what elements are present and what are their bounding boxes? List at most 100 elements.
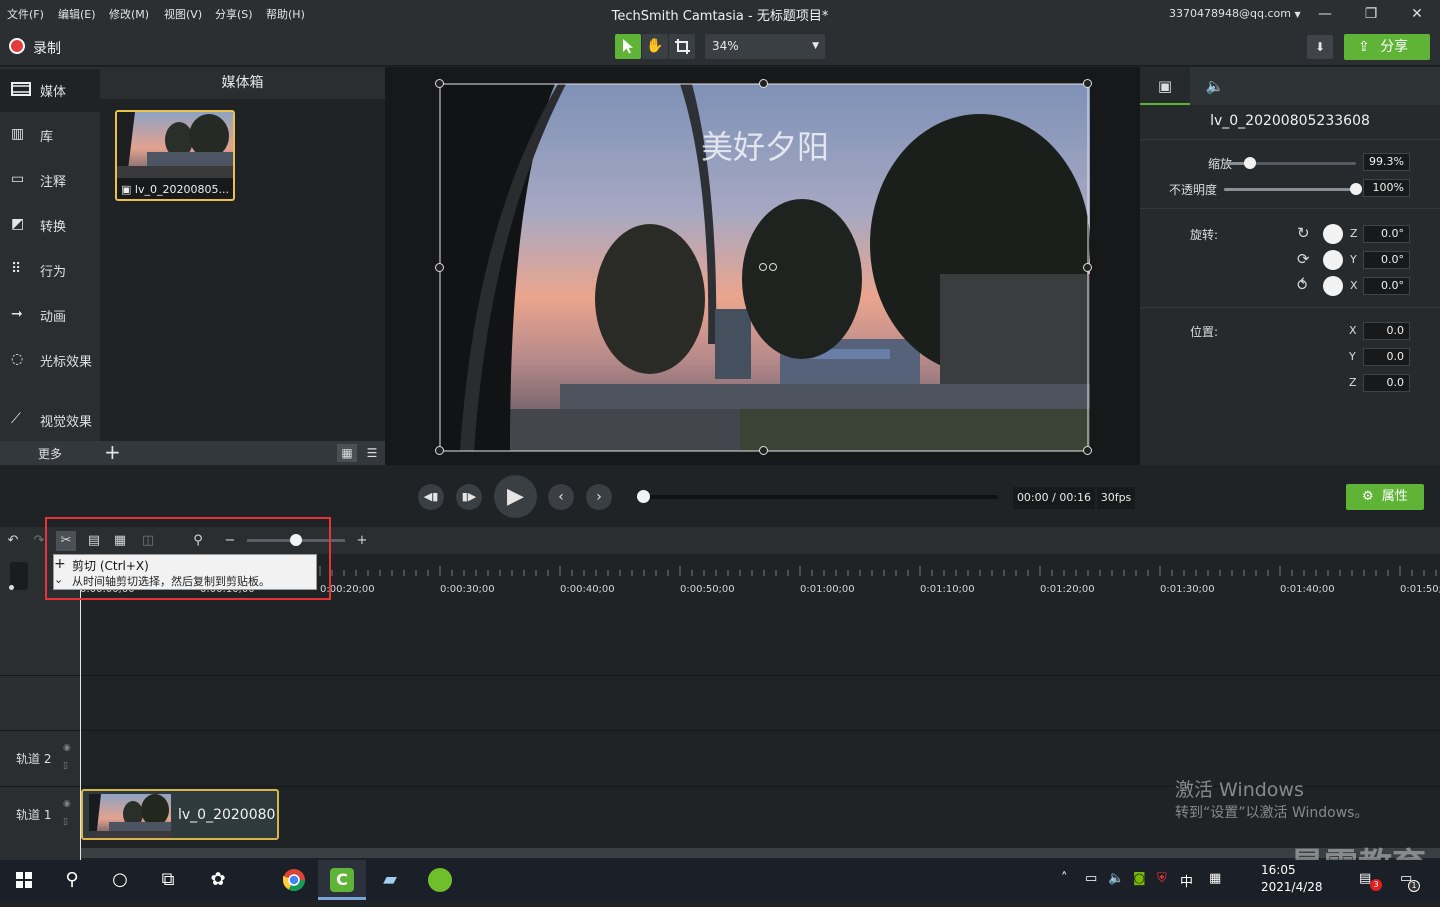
security-shield-icon[interactable]: ⛨ [1157, 871, 1167, 886]
volume-icon[interactable]: 🔈 [1108, 871, 1124, 886]
opacity-slider-fill [1224, 188, 1356, 191]
eye-icon[interactable]: ◉ [63, 743, 71, 753]
pointer-icon [623, 39, 633, 54]
lock-icon[interactable]: ▯ [63, 817, 68, 827]
sidebar-item-transitions[interactable]: ◩ 转换 [0, 204, 100, 244]
search-icon: ⚲ [65, 869, 79, 890]
resize-handle[interactable] [435, 263, 444, 272]
media-item[interactable]: ▣ lv_0_20200805... [115, 110, 235, 201]
add-icon[interactable]: + [104, 441, 121, 463]
notepad-icon: ▰ [383, 869, 397, 890]
clock-date[interactable]: 2021/4/28 [1261, 880, 1323, 894]
resize-handle[interactable] [1083, 79, 1092, 88]
resize-handle[interactable] [435, 446, 444, 455]
notification-badge: 3 [1370, 879, 1382, 891]
track-row-empty[interactable] [0, 675, 1440, 730]
chevron-right-icon: › [596, 489, 602, 505]
pan-tool-button[interactable]: ✋ [642, 34, 668, 59]
track-row-empty[interactable] [0, 596, 1440, 651]
properties-button[interactable]: ⚙ 属性 [1346, 484, 1424, 510]
list-icon: ☰ [366, 446, 378, 460]
scale-slider[interactable] [1224, 157, 1356, 169]
ime-indicator[interactable]: 中 [1180, 871, 1193, 890]
search-button[interactable]: ⚲ [48, 860, 96, 900]
tab-audio[interactable]: 🔈 [1190, 67, 1240, 105]
grid-view-button[interactable]: ▦ [337, 444, 357, 462]
timeline-clip[interactable]: lv_0_2020080 [81, 789, 279, 840]
start-button[interactable] [0, 860, 48, 900]
download-button[interactable]: ⬇ [1307, 35, 1333, 59]
position-z-field[interactable]: 0.0 [1363, 374, 1410, 392]
chevron-up-icon[interactable]: ˄ [1061, 871, 1068, 886]
step-forward-button[interactable]: ▮▶ [456, 484, 482, 510]
nvidia-icon[interactable]: ◙ [1133, 871, 1146, 886]
rotation-center-handle[interactable] [759, 263, 767, 271]
rotation-z-field[interactable]: 0.0° [1363, 225, 1410, 243]
ruler-label: 0:00:50;00 [680, 584, 735, 595]
select-tool-button[interactable] [615, 34, 641, 59]
opacity-slider-knob[interactable] [1350, 183, 1362, 195]
previous-button[interactable]: ‹ [548, 484, 574, 510]
sidebar-item-animations[interactable]: ➞ 动画 [0, 294, 100, 334]
opacity-slider[interactable] [1224, 183, 1362, 195]
scale-field[interactable]: 99.3% [1363, 153, 1410, 171]
rotation-center-handle[interactable] [769, 263, 777, 271]
position-axis-label: X [1349, 324, 1357, 337]
sidebar-item-annotations[interactable]: ▭ 注释 [0, 159, 100, 199]
resize-handle[interactable] [759, 79, 768, 88]
clock-time[interactable]: 16:05 [1261, 863, 1296, 877]
zoom-dropdown[interactable]: 34% ▼ [705, 34, 825, 59]
minimize-button[interactable]: — [1310, 4, 1340, 24]
sidebar-item-visual-effects[interactable]: ⟋ 视觉效果 [0, 399, 100, 439]
opacity-field[interactable]: 100% [1363, 179, 1410, 197]
sidebar-item-behaviors[interactable]: ⠿ 行为 [0, 249, 100, 289]
scale-slider-knob[interactable] [1244, 157, 1257, 169]
sidebar-item-media[interactable]: 媒体 [0, 69, 100, 112]
position-x-field[interactable]: 0.0 [1363, 322, 1410, 340]
rotation-y-field[interactable]: 0.0° [1363, 251, 1410, 269]
resize-handle[interactable] [1083, 446, 1092, 455]
resize-handle[interactable] [1083, 263, 1092, 272]
list-view-button[interactable]: ☰ [362, 444, 382, 462]
zoom-in-button[interactable]: + [352, 531, 372, 551]
cortana-button[interactable]: ○ [96, 860, 144, 900]
close-button[interactable]: ✕ [1402, 4, 1432, 24]
seek-knob[interactable] [637, 490, 650, 503]
app-pinwheel-button[interactable]: ✿ [194, 860, 242, 900]
lock-icon[interactable]: ▯ [63, 761, 68, 771]
seek-bar[interactable] [638, 495, 998, 499]
notepad-button[interactable]: ▰ [366, 860, 414, 900]
rotation-z-dial[interactable] [1323, 224, 1343, 244]
tab-visual[interactable]: ▣ [1140, 67, 1190, 105]
rotation-x-field[interactable]: 0.0° [1363, 277, 1410, 295]
more-button[interactable]: 更多 [38, 445, 62, 462]
account-menu[interactable]: 3370478948@qq.com ▼ [1169, 7, 1301, 20]
crop-tool-button[interactable] [669, 34, 695, 59]
rotation-x-dial[interactable] [1323, 276, 1343, 296]
play-button[interactable]: ▶ [494, 475, 537, 518]
resize-handle[interactable] [759, 446, 768, 455]
rotation-y-dial[interactable] [1323, 250, 1343, 270]
network-icon[interactable]: ▭ [1085, 871, 1097, 886]
marker-dot-icon [9, 585, 14, 590]
ime-mode-icon[interactable]: ▦ [1209, 871, 1221, 886]
film-icon: ▣ [121, 183, 132, 196]
step-back-button[interactable]: ◀▮ [418, 484, 444, 510]
timeline-scrollbar[interactable] [81, 848, 1440, 858]
position-y-field[interactable]: 0.0 [1363, 348, 1410, 366]
resize-handle[interactable] [435, 79, 444, 88]
sidebar-item-library[interactable]: ▥ 库 [0, 114, 100, 154]
position-axis-label: Y [1349, 350, 1356, 363]
sidebar-item-cursor-effects[interactable]: ◌ 光标效果 [0, 339, 100, 379]
undo-button[interactable]: ↶ [3, 531, 23, 551]
chrome-button[interactable] [270, 860, 318, 900]
rotate-x-icon: ⥀ [1297, 276, 1308, 294]
task-view-button[interactable]: ⧉ [144, 860, 192, 900]
camtasia-taskbar-button[interactable]: C [318, 860, 366, 900]
rotate-z-icon: ↻ [1297, 224, 1310, 242]
restore-button[interactable]: ❐ [1356, 4, 1386, 24]
eye-icon[interactable]: ◉ [63, 799, 71, 809]
share-button[interactable]: ⇪ 分享 [1344, 34, 1430, 60]
next-button[interactable]: › [586, 484, 612, 510]
app-button[interactable] [416, 860, 464, 900]
